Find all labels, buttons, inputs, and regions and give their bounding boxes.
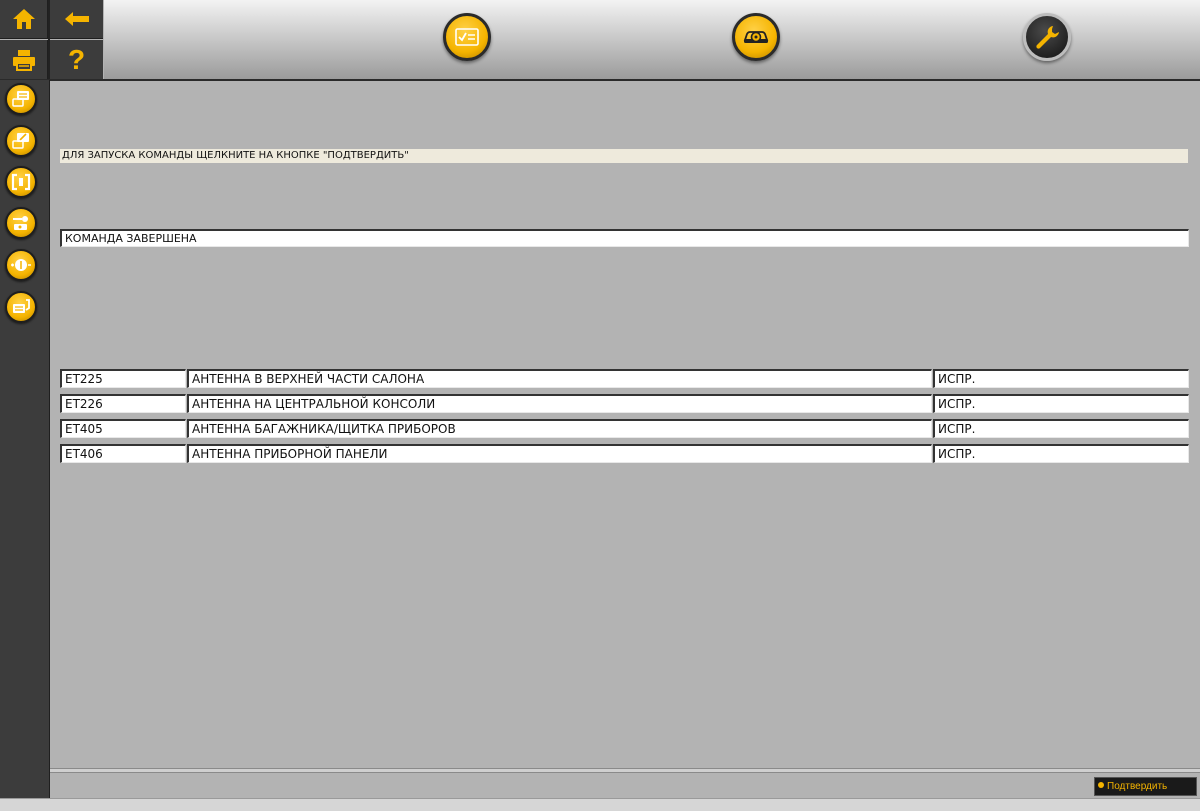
checklist-button[interactable] <box>443 13 491 61</box>
sidebar-item-ecu-config[interactable] <box>5 291 37 323</box>
sidebar-item-bracket-measure[interactable] <box>5 166 37 198</box>
ecu-edit-icon <box>12 133 29 149</box>
footer-bar <box>50 773 1200 798</box>
row-description: АНТЕННА БАГАЖНИКА/ЩИТКА ПРИБОРОВ <box>187 419 932 438</box>
row-code: ET405 <box>60 419 186 438</box>
sidebar-item-actuator-test[interactable] <box>5 207 37 239</box>
row-code: ET225 <box>60 369 186 388</box>
checklist-icon <box>455 28 479 46</box>
top-bar <box>104 0 1200 79</box>
row-code: ET406 <box>60 444 186 463</box>
back-button[interactable] <box>50 0 103 39</box>
wrench-icon <box>1036 26 1059 49</box>
printer-icon <box>12 49 35 71</box>
row-description: АНТЕННА В ВЕРХНЕЙ ЧАСТИ САЛОНА <box>187 369 932 388</box>
row-description: АНТЕННА ПРИБОРНОЙ ПАНЕЛИ <box>187 444 932 463</box>
row-status: ИСПР. <box>933 419 1189 438</box>
bracket-measure-icon <box>11 173 31 191</box>
help-button[interactable]: ? <box>50 40 103 79</box>
vehicle-diagnostic-button[interactable] <box>732 13 780 61</box>
sidebar-item-ecu-list[interactable] <box>5 83 37 115</box>
question-mark-icon: ? <box>67 43 86 75</box>
home-button[interactable] <box>0 0 48 39</box>
home-icon <box>12 9 35 29</box>
sidebar-item-ecu-edit[interactable] <box>5 125 37 157</box>
sidebar-item-plus-minus[interactable] <box>5 249 37 281</box>
plus-minus-icon <box>11 259 31 271</box>
wrench-button[interactable] <box>1023 13 1071 61</box>
row-status: ИСПР. <box>933 444 1189 463</box>
actuator-test-icon <box>13 216 28 230</box>
confirm-button[interactable]: Подтвердить <box>1094 777 1197 796</box>
row-description: АНТЕННА НА ЦЕНТРАЛЬНОЙ КОНСОЛИ <box>187 394 932 413</box>
main-content: ДЛЯ ЗАПУСКА КОМАНДЫ ЩЕЛКНИТЕ НА КНОПКЕ "… <box>50 81 1200 768</box>
confirm-label: Подтвердить <box>1107 781 1168 792</box>
status-strip <box>0 798 1200 811</box>
ecu-list-icon <box>12 91 29 107</box>
vehicle-diagnostic-icon <box>743 31 769 43</box>
row-status: ИСПР. <box>933 369 1189 388</box>
bullet-icon <box>1098 782 1104 789</box>
toolbar-separator <box>48 0 50 80</box>
row-status: ИСПР. <box>933 394 1189 413</box>
status-field: КОМАНДА ЗАВЕРШЕНА <box>60 229 1189 247</box>
row-code: ET226 <box>60 394 186 413</box>
instruction-text: ДЛЯ ЗАПУСКА КОМАНДЫ ЩЕЛКНИТЕ НА КНОПКЕ "… <box>60 149 1188 163</box>
arrow-left-icon <box>64 12 89 26</box>
print-button[interactable] <box>0 40 48 79</box>
ecu-config-icon <box>13 299 30 313</box>
sidebar <box>0 80 50 811</box>
